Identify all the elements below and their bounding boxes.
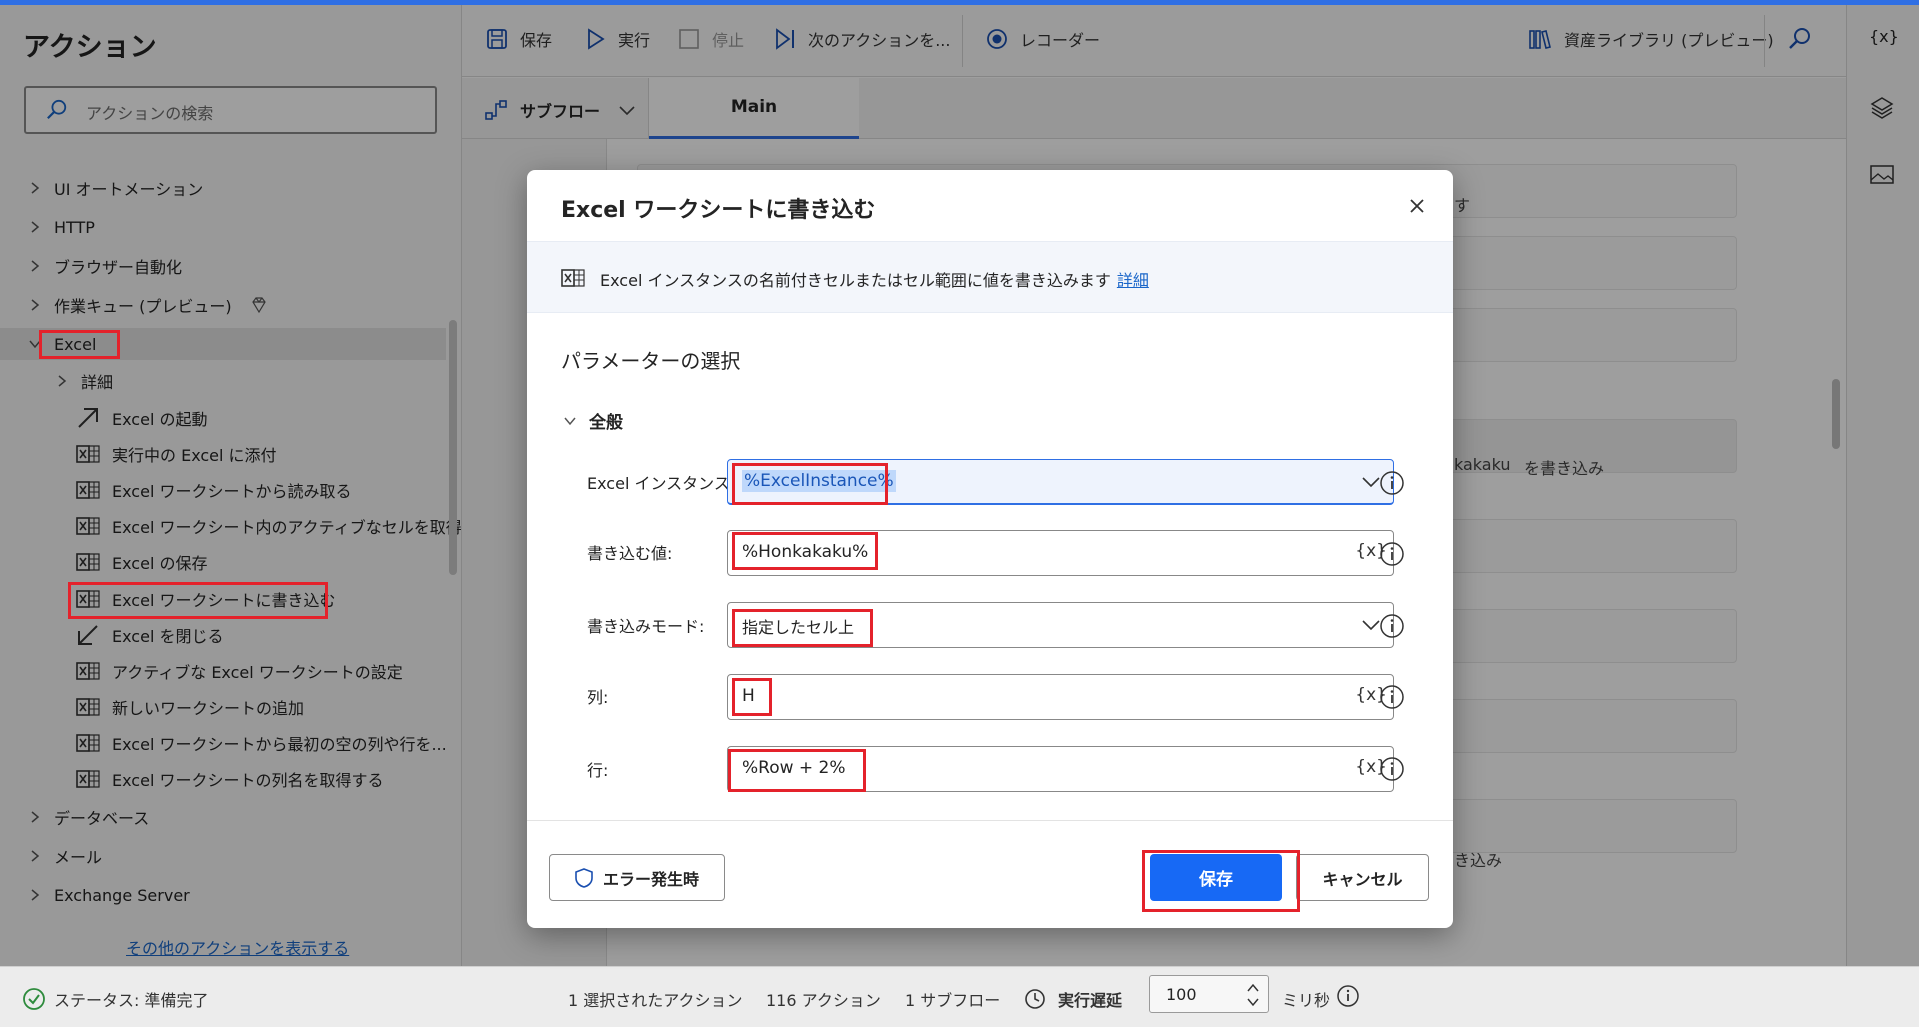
- status-text: ステータス: 準備完了: [54, 991, 209, 1010]
- row-label: 行:: [587, 761, 609, 780]
- info-icon[interactable]: [1336, 984, 1360, 1008]
- parameters-heading: パラメーターの選択: [561, 349, 741, 373]
- mode-label: 書き込みモード:: [587, 617, 705, 636]
- excel-instance-select[interactable]: %ExcelInstance%: [727, 459, 1394, 505]
- on-error-label: エラー発生時: [602, 869, 699, 889]
- delay-unit: ミリ秒: [1282, 991, 1331, 1010]
- window-accent-bar: [0, 0, 1919, 5]
- run-delay-input[interactable]: 100: [1149, 975, 1269, 1013]
- delay-label-text: 実行遅延: [1058, 991, 1123, 1010]
- value-text: %Honkakaku%: [742, 542, 869, 562]
- delay-value: 100: [1166, 985, 1197, 1004]
- value-label: 書き込む値:: [587, 544, 673, 563]
- check-circle-icon: [23, 988, 45, 1010]
- run-delay-label: 実行遅延: [1024, 987, 1122, 1011]
- excel-icon: [561, 269, 585, 287]
- row-input[interactable]: %Row + 2% {x}: [727, 746, 1394, 792]
- chevron-down-icon: [1362, 620, 1380, 631]
- dialog-title: Excel ワークシートに書き込む: [561, 198, 876, 223]
- dialog-description-banner: Excel インスタンスの名前付きセルまたはセル範囲に値を書き込みます 詳細: [527, 241, 1453, 313]
- save-button[interactable]: 保存: [1150, 854, 1282, 901]
- shield-icon: [575, 867, 593, 888]
- dialog-footer-divider: [527, 820, 1453, 821]
- row-value: %Row + 2%: [742, 758, 846, 778]
- cancel-button[interactable]: キャンセル: [1296, 854, 1429, 901]
- mode-value: 指定したセル上: [742, 618, 855, 637]
- spinner-arrows-icon[interactable]: [1246, 980, 1260, 1010]
- status-bar: ステータス: 準備完了 1 選択されたアクション 116 アクション 1 サブフ…: [0, 966, 1919, 1027]
- subflows-count: 1 サブフロー: [905, 991, 1001, 1010]
- chevron-down-icon: [564, 417, 576, 425]
- dialog-description: Excel インスタンスの名前付きセルまたはセル範囲に値を書き込みます 詳細: [600, 267, 1149, 291]
- column-input[interactable]: H {x}: [727, 674, 1394, 720]
- info-icon[interactable]: [1379, 541, 1405, 567]
- instance-value: %ExcelInstance%: [742, 470, 896, 492]
- description-text: Excel インスタンスの名前付きセルまたはセル範囲に値を書き込みます: [600, 271, 1111, 290]
- info-icon[interactable]: [1379, 470, 1405, 496]
- on-error-button[interactable]: エラー発生時: [549, 854, 725, 901]
- status-indicator: ステータス: 準備完了: [22, 987, 208, 1011]
- clock-icon: [1025, 989, 1045, 1009]
- close-icon[interactable]: [1403, 192, 1431, 220]
- info-icon[interactable]: [1379, 756, 1405, 782]
- column-label: 列:: [587, 688, 609, 707]
- instance-value-wrap: %ExcelInstance%: [742, 470, 896, 492]
- instance-label: Excel インスタンス:: [587, 474, 736, 493]
- selected-count: 1 選択されたアクション: [568, 991, 743, 1010]
- details-link[interactable]: 詳細: [1117, 271, 1149, 290]
- column-value: H: [742, 686, 755, 706]
- chevron-down-icon: [1362, 477, 1380, 488]
- value-input[interactable]: %Honkakaku% {x}: [727, 530, 1394, 576]
- info-icon[interactable]: [1379, 684, 1405, 710]
- actions-count: 116 アクション: [766, 991, 881, 1010]
- info-icon[interactable]: [1379, 613, 1405, 639]
- write-mode-select[interactable]: 指定したセル上: [727, 602, 1394, 648]
- group-title-text: 全般: [589, 413, 623, 433]
- write-excel-dialog: Excel ワークシートに書き込む Excel インスタンスの名前付きセルまたは…: [527, 170, 1453, 928]
- general-group-toggle[interactable]: 全般: [563, 408, 623, 433]
